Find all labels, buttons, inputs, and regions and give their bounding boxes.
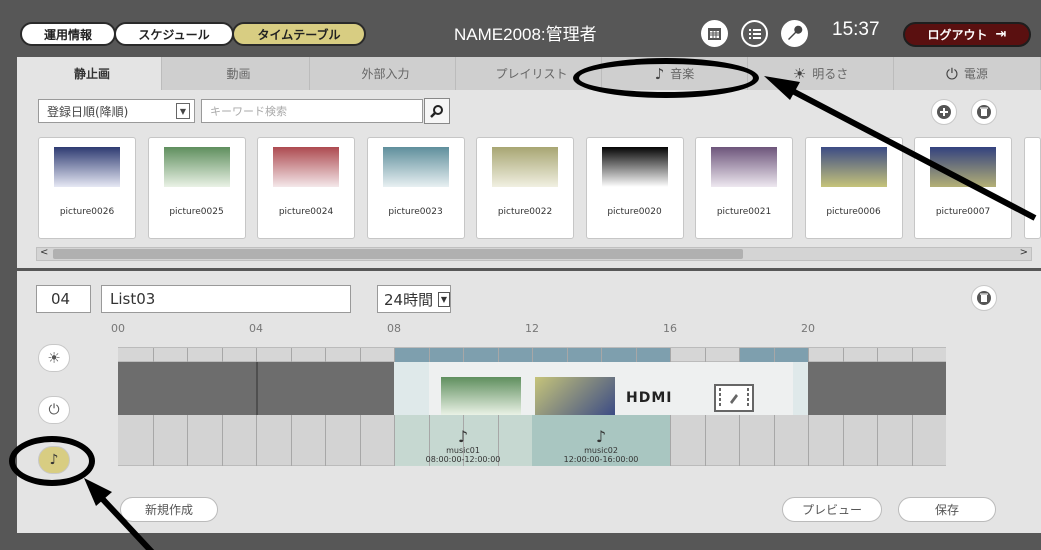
annotation-arrows xyxy=(84,76,1037,550)
